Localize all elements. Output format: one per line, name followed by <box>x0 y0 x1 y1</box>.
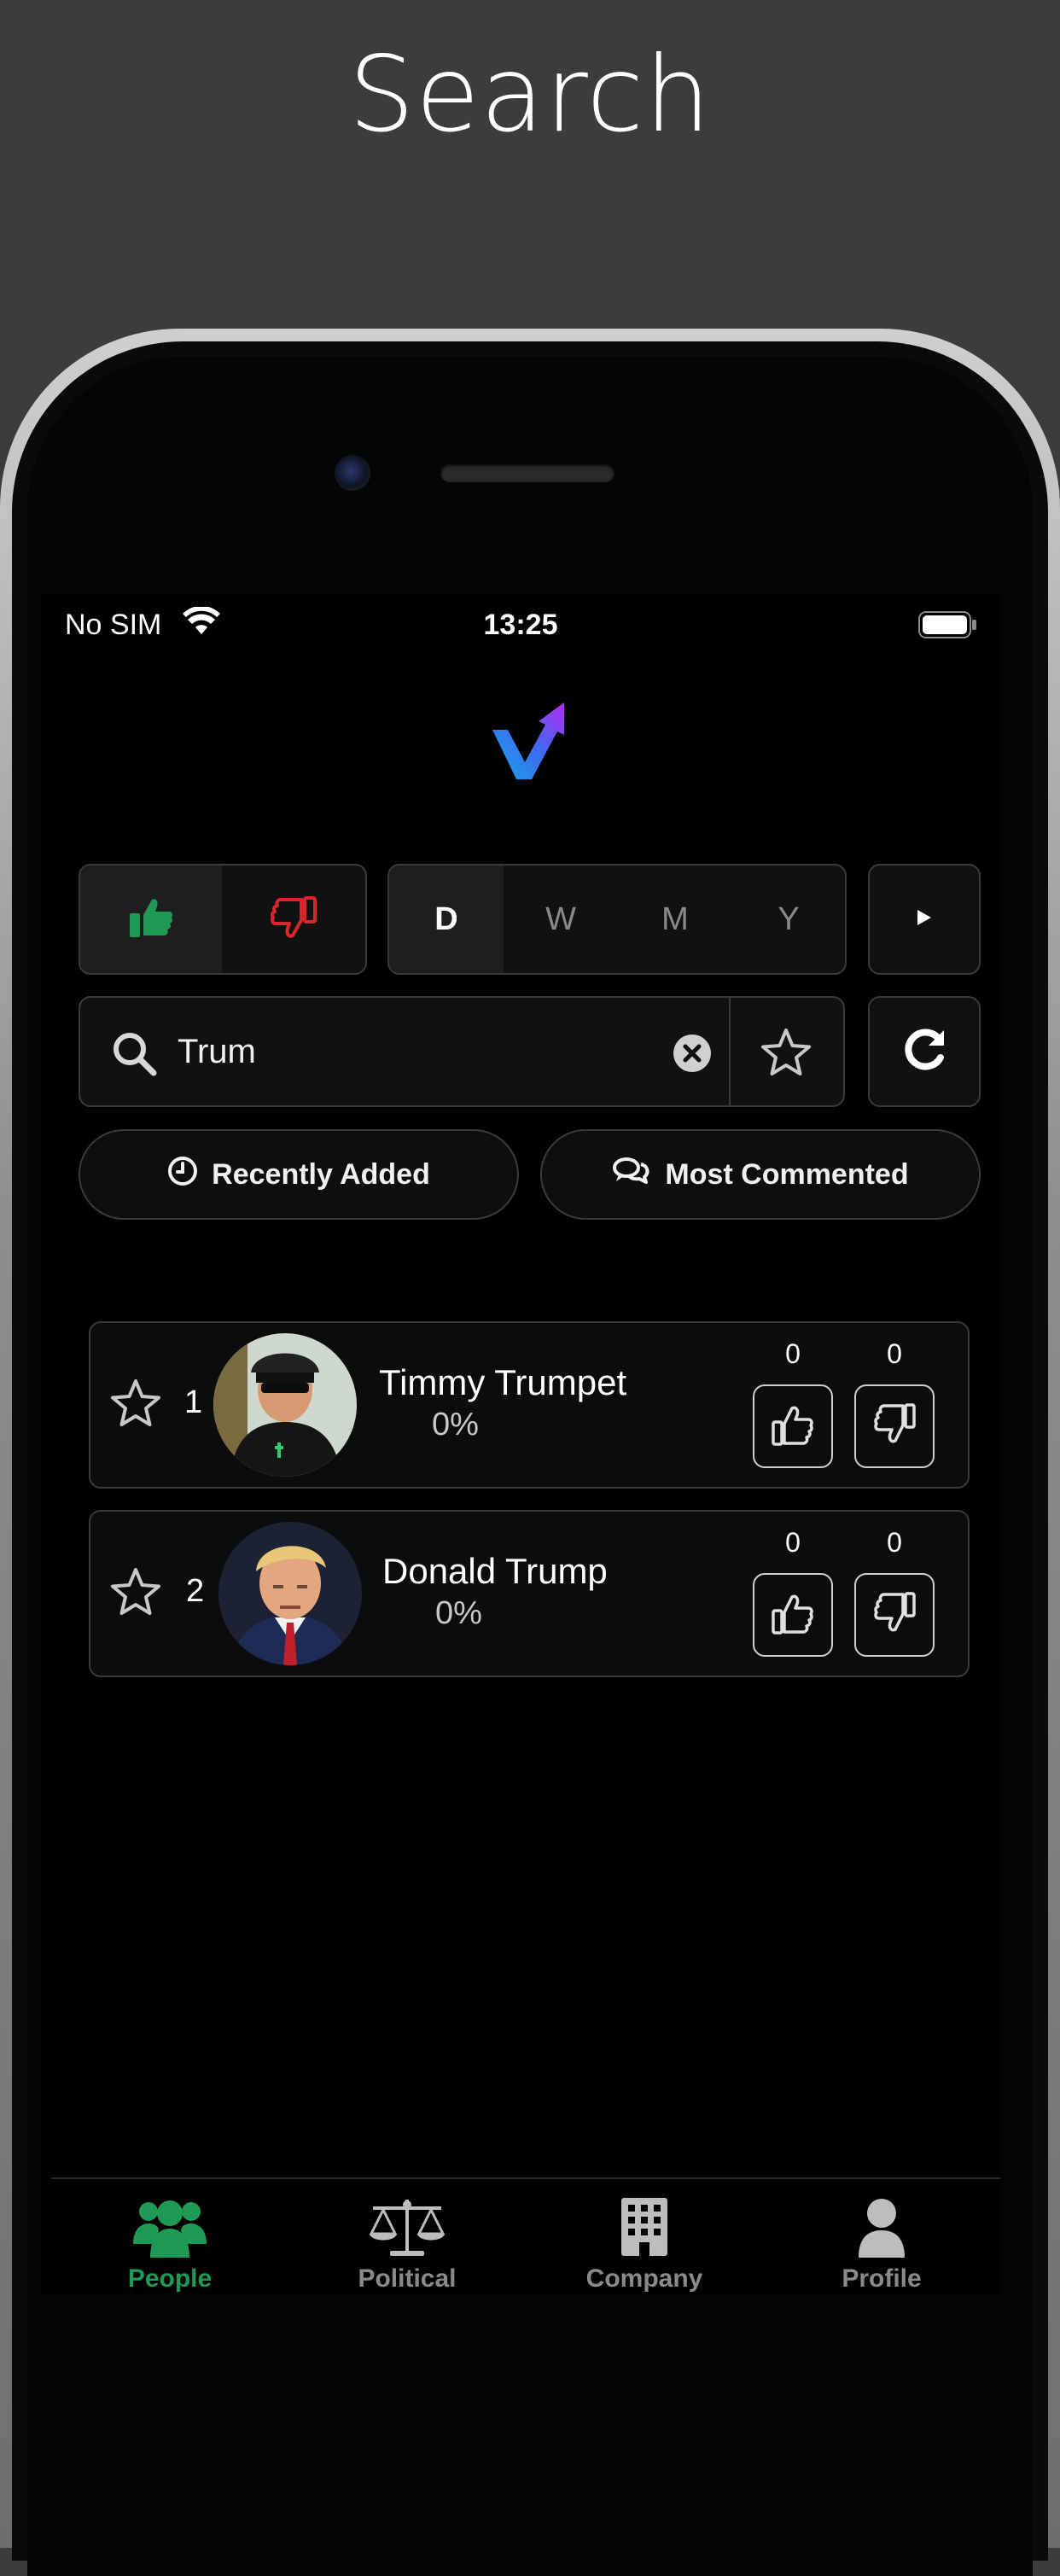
thumbs-up-icon <box>128 896 174 943</box>
user-icon <box>763 2196 1000 2258</box>
downvote-button[interactable] <box>854 1573 935 1657</box>
search-input[interactable]: Trum <box>178 998 256 1105</box>
period-day[interactable]: D <box>389 865 504 973</box>
tab-profile-label: Profile <box>842 2264 922 2293</box>
battery-icon <box>918 610 978 647</box>
status-bar: No SIM 13:25 <box>41 595 1000 655</box>
app-logo <box>491 699 573 785</box>
filter-downvotes[interactable] <box>222 865 365 973</box>
result-card[interactable]: 1 Timmy Trumpet 0% 0 0 <box>89 1321 970 1489</box>
result-card[interactable]: 2 Donald Trump 0% 0 0 <box>89 1510 970 1677</box>
upvote-button[interactable] <box>753 1384 833 1468</box>
period-day-label: D <box>434 900 458 937</box>
result-name: Donald Trump <box>382 1551 608 1591</box>
play-button[interactable] <box>868 864 981 975</box>
result-percent: 0% <box>432 1407 479 1442</box>
favorite-filter-star-icon[interactable] <box>760 1027 812 1082</box>
avatar <box>213 1333 357 1477</box>
upvote-count: 0 <box>785 1527 801 1558</box>
tab-bar: People Political Company Profile <box>51 2177 1000 2294</box>
thumbs-down-icon <box>871 1590 917 1641</box>
tab-people-label: People <box>127 2264 213 2293</box>
search-icon <box>111 1030 157 1081</box>
building-icon <box>526 2196 763 2258</box>
period-filter: D W M Y <box>387 864 847 975</box>
result-percent: 0% <box>435 1595 482 1631</box>
period-year[interactable]: Y <box>732 865 845 973</box>
recently-added-button[interactable]: Recently Added <box>79 1129 519 1220</box>
favorite-star-icon[interactable] <box>109 1566 162 1622</box>
tab-company[interactable]: Company <box>526 2179 763 2294</box>
period-month-label: M <box>661 900 689 937</box>
downvote-count: 0 <box>887 1338 902 1369</box>
play-icon <box>916 908 933 931</box>
period-month[interactable]: M <box>618 865 732 973</box>
earpiece-speaker <box>440 463 614 482</box>
most-commented-button[interactable]: Most Commented <box>540 1129 981 1220</box>
result-rank: 2 <box>186 1573 205 1609</box>
favorite-star-icon[interactable] <box>109 1378 162 1433</box>
tab-political[interactable]: Political <box>288 2179 526 2294</box>
clear-search-icon[interactable] <box>673 1034 712 1077</box>
thumbs-up-icon <box>770 1402 816 1452</box>
period-week-label: W <box>545 900 576 937</box>
thumbs-up-icon <box>770 1590 816 1641</box>
downvote-button[interactable] <box>854 1384 935 1468</box>
downvote-count: 0 <box>887 1527 902 1558</box>
people-icon <box>51 2196 288 2258</box>
avatar <box>218 1522 362 1665</box>
search-divider <box>729 998 731 1105</box>
tab-people[interactable]: People <box>51 2179 288 2294</box>
comments-icon <box>612 1156 665 1194</box>
refresh-button[interactable] <box>868 996 981 1107</box>
refresh-icon <box>900 1025 949 1079</box>
upvote-count: 0 <box>785 1338 801 1369</box>
vote-filter <box>79 864 367 975</box>
period-year-label: Y <box>778 900 800 937</box>
search-bar: Trum <box>79 996 845 1107</box>
most-commented-label: Most Commented <box>665 1157 909 1191</box>
tab-company-label: Company <box>585 2264 703 2293</box>
scales-icon <box>288 2196 526 2258</box>
period-week[interactable]: W <box>504 865 618 973</box>
tab-profile[interactable]: Profile <box>763 2179 1000 2294</box>
clock-icon <box>167 1156 212 1194</box>
promo-headline: Search <box>348 34 712 155</box>
recently-added-label: Recently Added <box>212 1157 430 1191</box>
filter-upvotes[interactable] <box>80 865 222 973</box>
result-name: Timmy Trumpet <box>379 1362 627 1402</box>
tab-political-label: Political <box>358 2264 457 2293</box>
status-time: 13:25 <box>483 609 558 641</box>
front-camera <box>335 455 370 491</box>
result-rank: 1 <box>184 1384 203 1420</box>
upvote-button[interactable] <box>753 1573 833 1657</box>
thumbs-down-icon <box>270 895 317 943</box>
app-screen: No SIM 13:25 D W M Y Trum Recently Added… <box>41 595 1000 2294</box>
thumbs-down-icon <box>871 1402 917 1452</box>
